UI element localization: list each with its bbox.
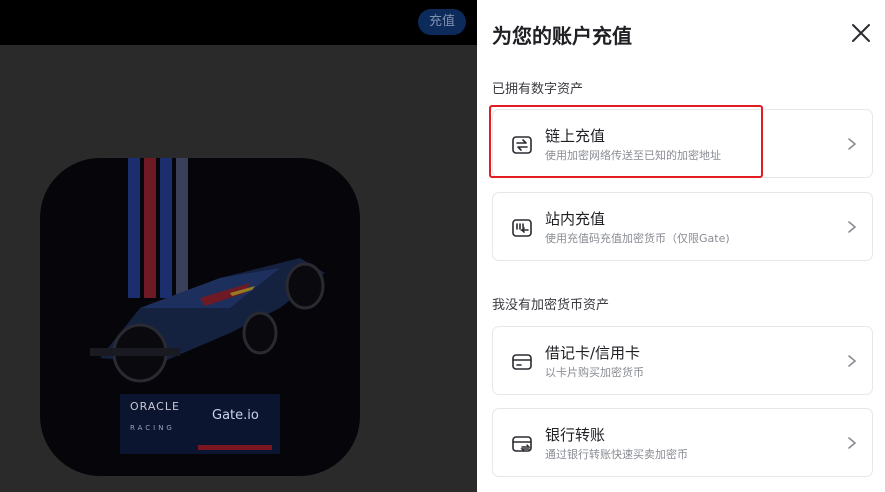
option-title: 站内充值 bbox=[545, 210, 606, 228]
close-icon[interactable] bbox=[850, 22, 872, 44]
card-icon bbox=[512, 354, 532, 370]
gate-logo-text: Gate.io bbox=[212, 408, 259, 423]
onchain-transfer-icon bbox=[512, 136, 532, 154]
option-subtitle: 以卡片购买加密货币 bbox=[545, 366, 644, 379]
sponsor-banner: ORACLE Gate.io RACING bbox=[120, 394, 280, 454]
race-car-image bbox=[90, 258, 325, 383]
option-title: 借记卡/信用卡 bbox=[545, 344, 641, 362]
top-bar: 充值 bbox=[0, 0, 477, 45]
racing-text: RACING bbox=[130, 424, 175, 432]
option-subtitle: 使用加密网络传送至已知的加密地址 bbox=[545, 149, 721, 162]
option-subtitle: 通过银行转账快速买卖加密币 bbox=[545, 448, 688, 461]
section-label-owned: 已拥有数字资产 bbox=[492, 82, 584, 97]
bank-transfer-icon bbox=[512, 436, 532, 452]
option-subtitle: 使用充值码充值加密货币（仅限Gate) bbox=[545, 232, 730, 245]
chevron-right-icon bbox=[848, 355, 857, 367]
option-card-purchase[interactable]: 借记卡/信用卡 以卡片购买加密货币 bbox=[492, 326, 873, 395]
page-backdrop: 充值 ORACLE Gate.io RACING bbox=[0, 0, 477, 492]
chevron-right-icon bbox=[848, 437, 857, 449]
panel-title: 为您的账户充值 bbox=[492, 24, 632, 48]
option-title: 银行转账 bbox=[545, 426, 606, 444]
option-bank-transfer[interactable]: 银行转账 通过银行转账快速买卖加密币 bbox=[492, 408, 873, 477]
option-title: 链上充值 bbox=[545, 127, 606, 145]
banner-strip bbox=[198, 445, 272, 450]
promo-artwork: ORACLE Gate.io RACING bbox=[40, 158, 360, 476]
chevron-right-icon bbox=[848, 221, 857, 233]
chevron-right-icon bbox=[848, 138, 857, 150]
section-label-none: 我没有加密货币资产 bbox=[492, 298, 610, 313]
option-onchain-deposit[interactable]: 链上充值 使用加密网络传送至已知的加密地址 bbox=[492, 109, 873, 178]
oracle-logo-text: ORACLE bbox=[130, 400, 180, 413]
internal-transfer-icon bbox=[512, 219, 532, 237]
deposit-button[interactable]: 充值 bbox=[418, 9, 466, 35]
option-internal-deposit[interactable]: 站内充值 使用充值码充值加密货币（仅限Gate) bbox=[492, 192, 873, 261]
deposit-panel: 为您的账户充值 已拥有数字资产 链上充值 使用加密网络传送至已知的加密地址 站内… bbox=[477, 0, 885, 492]
